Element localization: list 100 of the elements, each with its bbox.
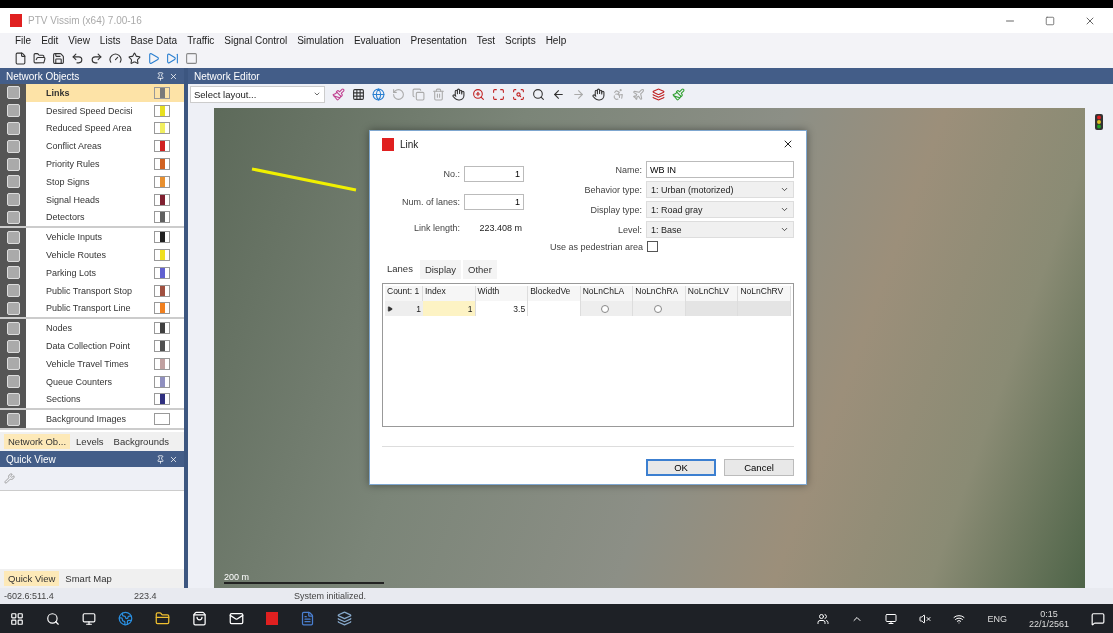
layers-icon[interactable] [652, 87, 665, 101]
color-swatch[interactable] [154, 211, 170, 224]
search-icon[interactable] [532, 87, 545, 101]
menu-item[interactable]: Scripts [500, 33, 541, 49]
dropdown[interactable]: 1: Road gray [646, 201, 794, 218]
lanes-field[interactable]: 1 [464, 194, 524, 211]
traffic-light-icon[interactable] [1095, 114, 1103, 130]
column-header[interactable]: NoLnChRA [633, 286, 686, 301]
menu-item[interactable]: Base Data [125, 33, 183, 49]
step-forward-icon[interactable] [166, 52, 179, 65]
color-swatch[interactable] [154, 122, 170, 135]
new-file-icon[interactable] [14, 52, 27, 65]
folder-icon[interactable] [155, 611, 170, 626]
color-swatch[interactable] [154, 104, 170, 117]
panel-tab[interactable]: Quick View [4, 571, 60, 586]
gauge-icon[interactable] [109, 52, 122, 65]
store-bag-icon[interactable] [192, 611, 207, 626]
redo-icon[interactable] [90, 52, 103, 65]
ok-button[interactable]: OK [646, 459, 716, 476]
hand-icon[interactable] [452, 87, 465, 101]
arrow-left-icon[interactable] [552, 87, 565, 101]
star-icon[interactable] [128, 52, 141, 65]
color-swatch[interactable] [154, 158, 170, 171]
column-header[interactable]: NoLnChLV [685, 286, 739, 301]
panel-tab[interactable]: Levels [72, 434, 108, 449]
dropdown[interactable]: 1: Urban (motorized) [646, 181, 794, 198]
language-indicator[interactable]: ENG [987, 613, 1007, 624]
menu-item[interactable]: Test [471, 33, 501, 49]
radio-button[interactable] [601, 304, 610, 313]
wifi-icon[interactable] [953, 612, 966, 625]
undo-icon[interactable] [71, 52, 84, 65]
panel-tab[interactable]: Network Ob... [4, 434, 71, 449]
notification-icon[interactable] [1091, 611, 1105, 626]
column-header[interactable]: Width [475, 286, 529, 301]
link-line[interactable] [251, 167, 357, 192]
muted-speaker-icon[interactable] [919, 612, 932, 625]
panel-tab[interactable]: Backgrounds [109, 434, 173, 449]
color-swatch[interactable] [154, 413, 170, 426]
maximize-icon[interactable] [1045, 15, 1055, 26]
satellite-map-placeholder[interactable] [214, 108, 1085, 588]
menu-item[interactable]: Lists [94, 33, 126, 49]
hand-icon[interactable] [592, 87, 605, 101]
menu-item[interactable]: Signal Control [219, 33, 293, 49]
radio-button[interactable] [654, 304, 663, 313]
column-header[interactable]: BlockedVe [528, 286, 581, 301]
menu-item[interactable]: Help [540, 33, 572, 49]
color-swatch[interactable] [154, 357, 170, 370]
name-field[interactable]: WB IN [646, 161, 794, 178]
table-cell[interactable] [580, 301, 634, 316]
column-header[interactable]: NoLnChRV [738, 286, 791, 301]
play-icon[interactable] [147, 52, 160, 65]
dropdown[interactable]: 1: Base [646, 221, 794, 238]
globe-icon[interactable] [372, 87, 385, 101]
mail-icon[interactable] [229, 611, 244, 626]
document-icon[interactable] [300, 611, 315, 626]
color-swatch[interactable] [154, 322, 170, 335]
paintbrush-icon[interactable] [332, 87, 345, 101]
maximize-icon[interactable] [492, 87, 505, 101]
network-object-item[interactable]: Links [0, 84, 184, 102]
stop-icon[interactable] [185, 52, 198, 65]
save-icon[interactable] [52, 52, 65, 65]
column-header[interactable]: Count: 1 [385, 286, 423, 301]
paintbrush-icon[interactable] [672, 87, 685, 101]
menu-item[interactable]: Evaluation [348, 33, 406, 49]
color-swatch[interactable] [154, 249, 170, 262]
pin-icon[interactable] [156, 71, 165, 81]
menu-item[interactable]: Edit [36, 33, 64, 49]
color-swatch[interactable] [154, 231, 170, 244]
menu-item[interactable]: Traffic [182, 33, 220, 49]
color-swatch[interactable] [154, 266, 170, 279]
layout-select[interactable]: Select layout... [190, 85, 325, 103]
open-folder-icon[interactable] [33, 52, 46, 65]
clock-date[interactable]: 22/1/2561 [1028, 618, 1069, 629]
color-swatch[interactable] [154, 340, 170, 353]
color-swatch[interactable] [154, 175, 170, 188]
color-swatch[interactable] [154, 302, 170, 315]
menu-item[interactable]: Presentation [405, 33, 472, 49]
dialog-tab[interactable]: Other [463, 260, 497, 279]
panel-tab[interactable]: Smart Map [61, 571, 116, 586]
menu-item[interactable]: File [10, 33, 37, 49]
table-cell[interactable]: 1 [423, 301, 476, 316]
grid-icon[interactable] [352, 87, 365, 101]
scan-search-icon[interactable] [512, 87, 525, 101]
color-swatch[interactable] [154, 393, 170, 406]
checkbox[interactable] [647, 241, 658, 252]
column-header[interactable]: Index [423, 286, 476, 301]
color-swatch[interactable] [154, 284, 170, 297]
browser-icon[interactable] [118, 611, 133, 626]
color-swatch[interactable] [154, 140, 170, 153]
search-icon[interactable] [46, 611, 60, 626]
color-swatch[interactable] [154, 375, 170, 388]
dialog-tab[interactable]: Display [419, 260, 462, 279]
task-view-icon[interactable] [82, 611, 96, 626]
table-cell[interactable] [633, 301, 686, 316]
menu-item[interactable]: View [63, 33, 95, 49]
close-icon[interactable] [782, 138, 794, 150]
number-field[interactable]: 1 [464, 165, 524, 182]
layers-icon[interactable] [337, 611, 352, 626]
column-header[interactable]: NoLnChLA [580, 286, 634, 301]
color-swatch[interactable] [154, 86, 170, 99]
